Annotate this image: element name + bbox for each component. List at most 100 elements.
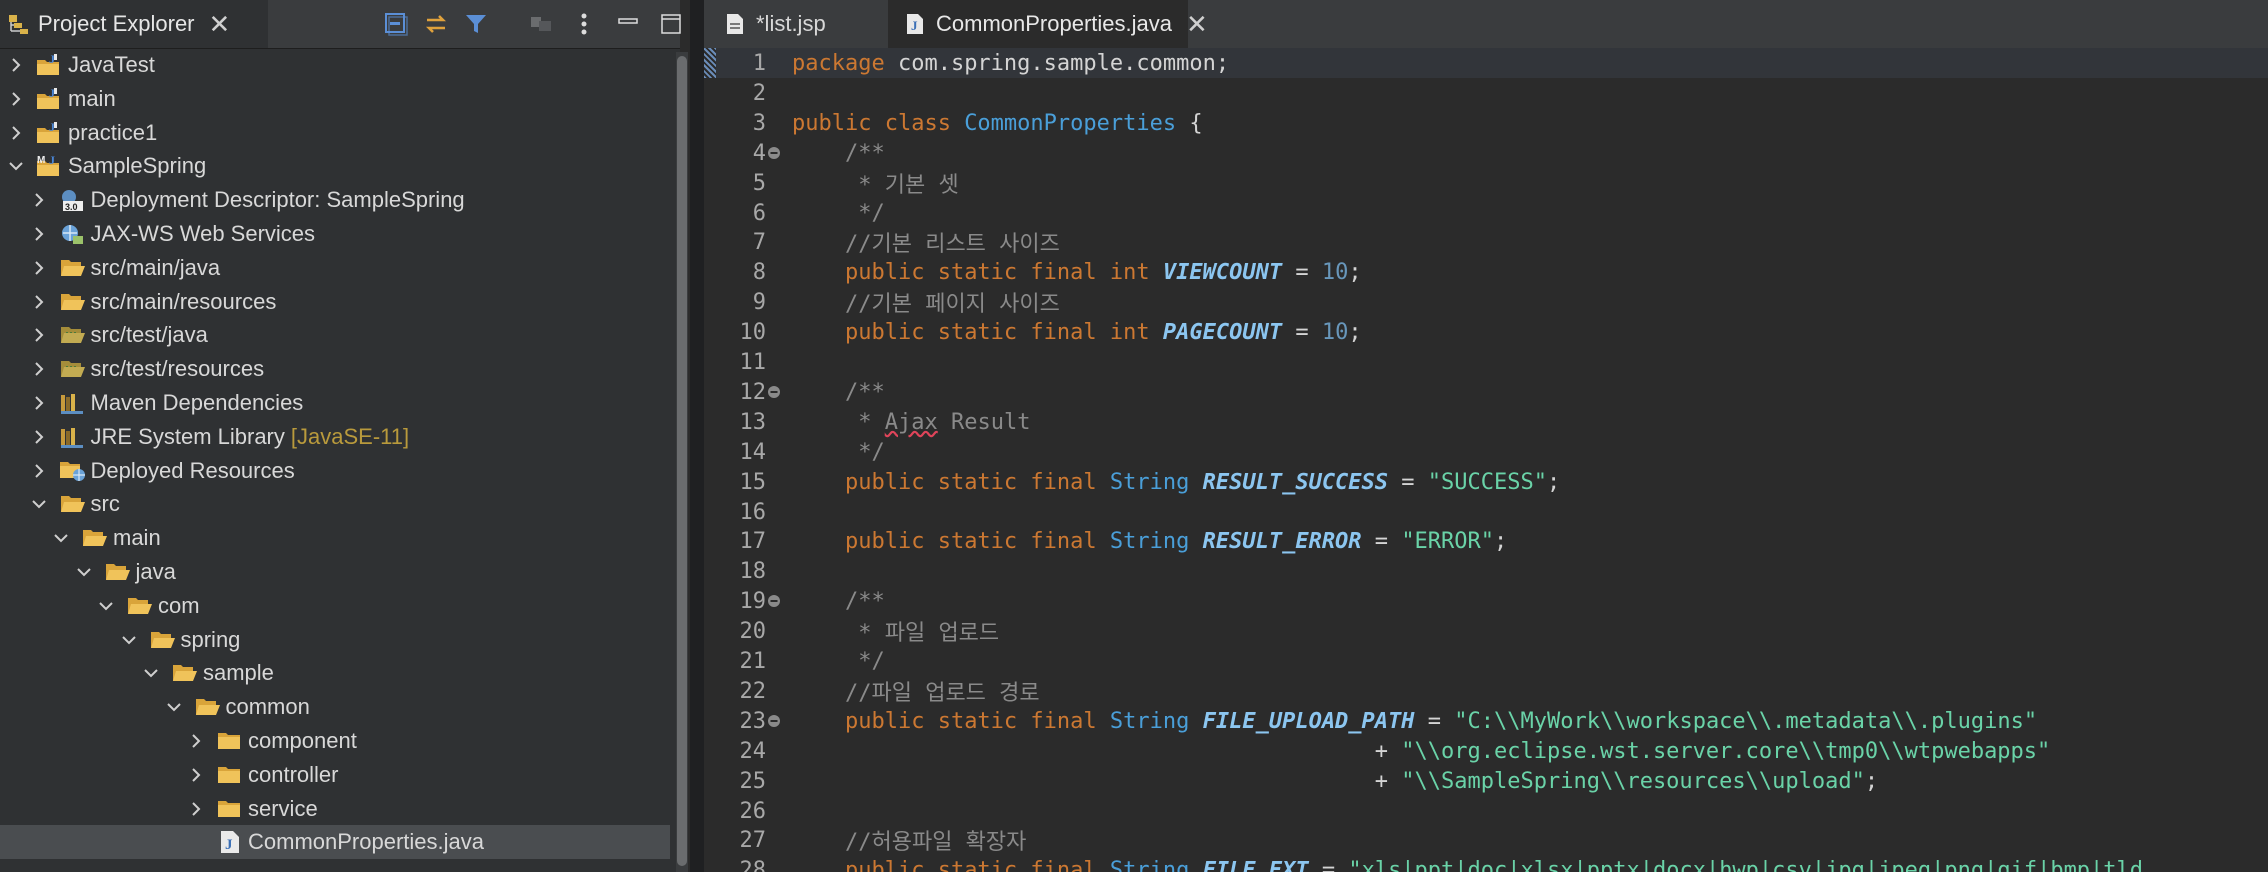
tree-item[interactable]: controller — [0, 758, 670, 792]
code-line[interactable]: 4 /** — [704, 138, 2268, 168]
code-line[interactable]: 3 public class CommonProperties { — [704, 108, 2268, 138]
chevron-right-icon[interactable] — [8, 116, 24, 150]
chevron-right-icon[interactable] — [31, 285, 47, 319]
maximize-icon[interactable] — [655, 8, 687, 40]
tree-item[interactable]: Maven Dependencies — [0, 386, 670, 420]
chevron-down-icon[interactable] — [166, 690, 182, 724]
code-line[interactable]: 20 * 파일 업로드 — [704, 616, 2268, 647]
tree-item[interactable]: Jpractice1 — [0, 116, 670, 150]
tree-item[interactable]: Jmain — [0, 82, 670, 116]
tree-item[interactable]: J CommonProperties.java — [0, 825, 670, 859]
collapse-all-icon[interactable] — [380, 8, 412, 40]
fold-icon[interactable] — [766, 385, 782, 399]
code-line[interactable]: 16 — [704, 497, 2268, 527]
chevron-down-icon[interactable] — [53, 521, 69, 555]
code-line[interactable]: 10 public static final int PAGECOUNT = 1… — [704, 317, 2268, 347]
code-line[interactable]: 26 — [704, 796, 2268, 826]
project-explorer-tab[interactable]: Project Explorer ✕ — [0, 0, 268, 48]
close-icon[interactable]: ✕ — [209, 11, 231, 37]
tree-item[interactable]: Deployed Resources — [0, 454, 670, 488]
code-line[interactable]: 28 public static final String FILE_EXT =… — [704, 855, 2268, 872]
chevron-right-icon[interactable] — [8, 82, 24, 116]
chevron-right-icon[interactable] — [31, 352, 47, 386]
code-line[interactable]: 18 — [704, 556, 2268, 586]
chevron-down-icon[interactable] — [98, 589, 114, 623]
code-line[interactable]: 27 //허용파일 확장자 — [704, 825, 2268, 856]
code-line[interactable]: 17 public static final String RESULT_ERR… — [704, 526, 2268, 556]
code-line[interactable]: 22 //파일 업로드 경로 — [704, 676, 2268, 707]
chevron-right-icon[interactable] — [188, 758, 204, 792]
focus-icon[interactable] — [525, 8, 557, 40]
minimize-icon[interactable] — [612, 8, 644, 40]
chevron-right-icon[interactable] — [31, 420, 47, 454]
source-folder-icon — [57, 251, 89, 285]
tree-item[interactable]: JRE System Library [JavaSE-11] — [0, 420, 670, 454]
tree-item[interactable]: src/main/resources — [0, 285, 670, 319]
editor-tab-commonproperties-java[interactable]: J CommonProperties.java ✕ — [888, 0, 1208, 48]
tree-item[interactable]: main — [0, 521, 670, 555]
code-line[interactable]: 7 //기본 리스트 사이즈 — [704, 227, 2268, 258]
chevron-right-icon[interactable] — [31, 386, 47, 420]
chevron-right-icon[interactable] — [31, 217, 47, 251]
explorer-scrollbar[interactable] — [676, 52, 688, 872]
code-line[interactable]: 6 */ — [704, 198, 2268, 228]
code-line[interactable]: 5 * 기본 셋 — [704, 168, 2268, 199]
fold-icon[interactable] — [766, 594, 782, 608]
close-icon[interactable]: ✕ — [1186, 11, 1208, 37]
code-line[interactable]: 15 public static final String RESULT_SUC… — [704, 467, 2268, 497]
chevron-down-icon[interactable] — [121, 623, 137, 657]
tree-item[interactable]: src/test/resources — [0, 352, 670, 386]
tree-item[interactable]: spring — [0, 623, 670, 657]
code-line[interactable]: 13 * Ajax Result — [704, 407, 2268, 437]
chevron-down-icon[interactable] — [143, 656, 159, 690]
view-divider[interactable] — [690, 0, 704, 872]
code-line[interactable]: 14 */ — [704, 437, 2268, 467]
tree-item[interactable]: sample — [0, 656, 670, 690]
tree-item[interactable]: JAX-WS Web Services — [0, 217, 670, 251]
code-line[interactable]: 25 + "\\SampleSpring\\resources\\upload"… — [704, 766, 2268, 796]
link-with-editor-icon[interactable] — [420, 8, 452, 40]
chevron-right-icon[interactable] — [31, 454, 47, 488]
code-line[interactable]: 19 /** — [704, 586, 2268, 616]
view-menu-icon[interactable] — [568, 8, 600, 40]
code-line[interactable]: 21 */ — [704, 646, 2268, 676]
chevron-right-icon[interactable] — [188, 792, 204, 826]
chevron-down-icon[interactable] — [76, 555, 92, 589]
tree-item[interactable]: 3.0 Deployment Descriptor: SampleSpring — [0, 183, 670, 217]
chevron-right-icon[interactable] — [188, 724, 204, 758]
code-area[interactable]: 1 package com.spring.sample.common; 2 3 publ… — [704, 48, 2268, 872]
chevron-down-icon[interactable] — [8, 149, 24, 183]
tree-item[interactable]: com — [0, 589, 670, 623]
chevron-right-icon[interactable] — [31, 183, 47, 217]
tree-item[interactable]: component — [0, 724, 670, 758]
code-line[interactable]: 8 public static final int VIEWCOUNT = 10… — [704, 257, 2268, 287]
chevron-down-icon[interactable] — [31, 487, 47, 521]
line-number: 6 — [752, 200, 766, 226]
tree-item[interactable]: java — [0, 555, 670, 589]
code-line[interactable]: 9 //기본 페이지 사이즈 — [704, 287, 2268, 318]
editor-tab-list-jsp[interactable]: *list.jsp — [704, 0, 884, 48]
line-number: 17 — [739, 528, 767, 554]
fold-icon[interactable] — [766, 146, 782, 160]
explorer-scrollbar-thumb[interactable] — [677, 56, 687, 866]
tree-item[interactable]: J JavaTest — [0, 48, 670, 82]
code-line[interactable]: 2 — [704, 78, 2268, 108]
code-line[interactable]: 11 — [704, 347, 2268, 377]
filter-icon[interactable] — [460, 8, 492, 40]
tree-item[interactable]: common — [0, 690, 670, 724]
chevron-right-icon[interactable] — [31, 251, 47, 285]
chevron-right-icon[interactable] — [8, 48, 24, 82]
tree-item[interactable]: src — [0, 487, 670, 521]
code-line[interactable]: 12 /** — [704, 377, 2268, 407]
chevron-right-icon[interactable] — [31, 318, 47, 352]
code-line[interactable]: 24 + "\\org.eclipse.wst.server.core\\tmp… — [704, 736, 2268, 766]
test-folder-icon — [57, 318, 89, 352]
code-line[interactable]: 1 package com.spring.sample.common; — [704, 48, 2268, 78]
code-line[interactable]: 23 public static final String FILE_UPLOA… — [704, 706, 2268, 736]
tree-item[interactable]: src/main/java — [0, 251, 670, 285]
fold-icon[interactable] — [766, 714, 782, 728]
tree-item[interactable]: src/test/java — [0, 318, 670, 352]
tree-item[interactable]: M J SampleSpring — [0, 149, 670, 183]
tree-item[interactable]: service — [0, 792, 670, 826]
